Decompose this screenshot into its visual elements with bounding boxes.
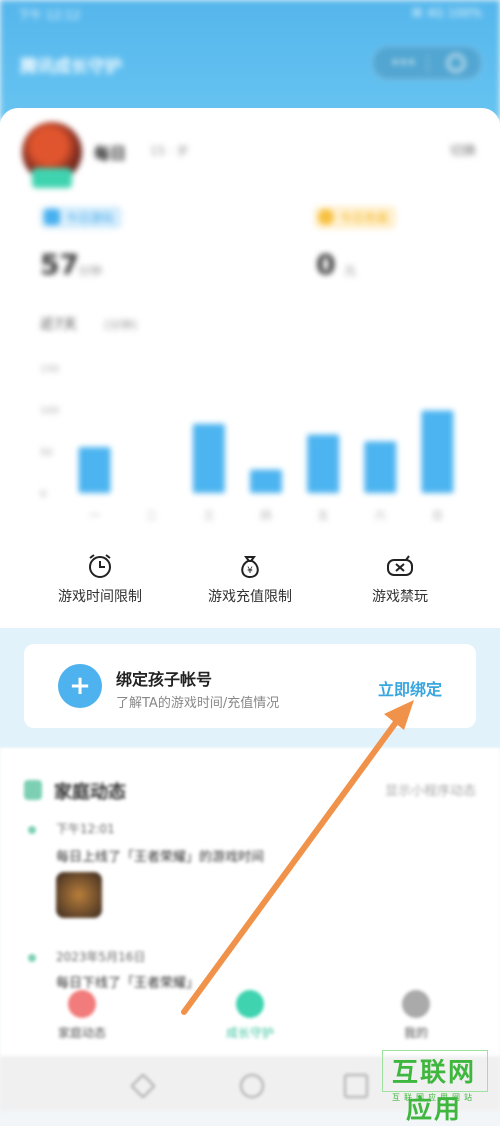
chart-bar: [307, 434, 340, 493]
tab-me-label: 我的: [403, 1026, 428, 1040]
y-tick-label: 100: [40, 406, 59, 417]
timeline-dot: [28, 954, 36, 962]
chart-bar: [78, 447, 111, 493]
bind-child-card[interactable]: + 绑定孩子帐号 了解TA的游戏时间/充值情况 立即绑定: [24, 644, 476, 728]
feature-game-ban-label: 游戏禁玩: [372, 589, 428, 605]
family-tab-icon: [68, 990, 96, 1018]
today-spend-tag: 今日充值: [314, 206, 397, 229]
feature-spend-limit[interactable]: ¥ 游戏充值限制: [170, 552, 330, 606]
feature-spend-limit-label: 游戏充值限制: [208, 589, 292, 605]
feed-item-time: 下午12:01: [56, 822, 115, 836]
app-title: 腾讯成长守护: [20, 57, 122, 77]
plus-icon[interactable]: +: [58, 664, 102, 708]
x-tick-label: 六: [375, 509, 386, 522]
feature-game-ban[interactable]: 游戏禁玩: [320, 552, 480, 606]
today-play-value: 57: [40, 248, 79, 281]
capsule-divider: [427, 54, 428, 72]
feed-item-text: 每日下线了「王者荣耀」: [56, 976, 200, 991]
close-miniprogram-icon[interactable]: [447, 54, 465, 72]
watermark-subtext: 互联网应用网站: [392, 1093, 476, 1102]
week-chart-unit: (分钟): [104, 318, 138, 332]
alarm-clock-icon: [89, 554, 111, 578]
home-button-icon[interactable]: [240, 1074, 264, 1098]
svg-text:¥: ¥: [247, 566, 253, 576]
tab-family[interactable]: 家庭动态: [22, 990, 142, 1041]
gamepad-forbid-icon: [387, 555, 413, 576]
profile-name: 每日: [94, 144, 127, 163]
tab-guard[interactable]: 成长守护: [190, 990, 310, 1041]
switch-account-link[interactable]: 切换: [450, 140, 476, 159]
today-spend-unit: 元: [344, 264, 357, 278]
x-tick-label: 一: [89, 509, 100, 522]
more-icon[interactable]: •••: [391, 55, 416, 71]
x-tick-label: 五: [318, 509, 329, 522]
feed-item-time: 2023年5月16日: [56, 950, 146, 964]
bind-title: 绑定孩子帐号: [116, 670, 213, 689]
bind-now-button[interactable]: 立即绑定: [378, 676, 442, 700]
week-bar-chart: 0 50 100 150 一 二 三 四 五 六 日: [40, 364, 454, 522]
app-header: 下午 12:12 ⌘ 4G 100% 腾讯成长守护 •••: [0, 0, 500, 120]
x-tick-label: 日: [432, 509, 443, 522]
feature-time-limit-label: 游戏时间限制: [58, 589, 142, 605]
family-feed-title: 家庭动态: [54, 782, 126, 803]
x-tick-label: 三: [203, 509, 214, 522]
chart-bar: [421, 410, 454, 493]
profile-meta: 15 · 岁: [150, 144, 189, 158]
watermark-text: 互联网应用: [391, 1058, 476, 1125]
avatar-badge: [32, 168, 72, 188]
y-tick-label: 150: [40, 364, 59, 375]
feed-item-text: 每日上线了「王者荣耀」的游戏时间: [56, 850, 265, 865]
today-play-unit: 分钟: [78, 264, 103, 278]
feature-row: 游戏时间限制 ¥ 游戏充值限制 游戏禁玩: [0, 552, 500, 612]
status-bar: 下午 12:12 ⌘ 4G 100%: [18, 6, 482, 26]
timeline-dot: [28, 826, 36, 834]
miniprogram-capsule[interactable]: •••: [372, 46, 482, 80]
status-indicators: ⌘ 4G 100%: [411, 6, 482, 20]
chart-bar: [192, 423, 225, 493]
tab-guard-label: 成长守护: [225, 1026, 274, 1040]
feed-item-thumbnail[interactable]: [56, 872, 102, 918]
today-play-tag: 今日游玩: [40, 206, 123, 229]
tab-family-label: 家庭动态: [57, 1026, 106, 1040]
feature-time-limit[interactable]: 游戏时间限制: [20, 552, 180, 606]
week-chart-title: 近7天: [40, 317, 77, 333]
guard-tab-icon: [236, 990, 264, 1018]
chart-bar: [364, 441, 397, 493]
tab-me[interactable]: 我的: [356, 990, 476, 1041]
show-miniprogram-toggle[interactable]: 显示小程序动态: [385, 780, 476, 799]
x-tick-label: 二: [146, 509, 157, 522]
recents-icon[interactable]: [344, 1074, 368, 1098]
profile-card: 每日 15 · 岁 切换 今日游玩 今日充值 57 分钟 0 元 近7天 (分钟…: [0, 108, 500, 628]
chart-bar: [250, 469, 282, 493]
watermark-logo: 互联网应用 互联网应用网站: [380, 1050, 488, 1125]
money-bag-icon: ¥: [241, 556, 259, 579]
y-tick-label: 50: [40, 447, 53, 458]
home-icon: [24, 780, 42, 800]
status-time: 下午 12:12: [18, 8, 81, 22]
y-tick-label: 0: [40, 489, 46, 500]
today-spend-value: 0: [316, 248, 336, 281]
bottom-tab-bar: 家庭动态 成长守护 我的: [0, 990, 500, 1056]
bind-section: + 绑定孩子帐号 了解TA的游戏时间/充值情况 立即绑定: [0, 628, 500, 748]
person-icon: [402, 990, 430, 1018]
bind-subtitle: 了解TA的游戏时间/充值情况: [116, 696, 280, 711]
x-tick-label: 四: [261, 509, 272, 522]
back-icon[interactable]: [130, 1073, 156, 1099]
